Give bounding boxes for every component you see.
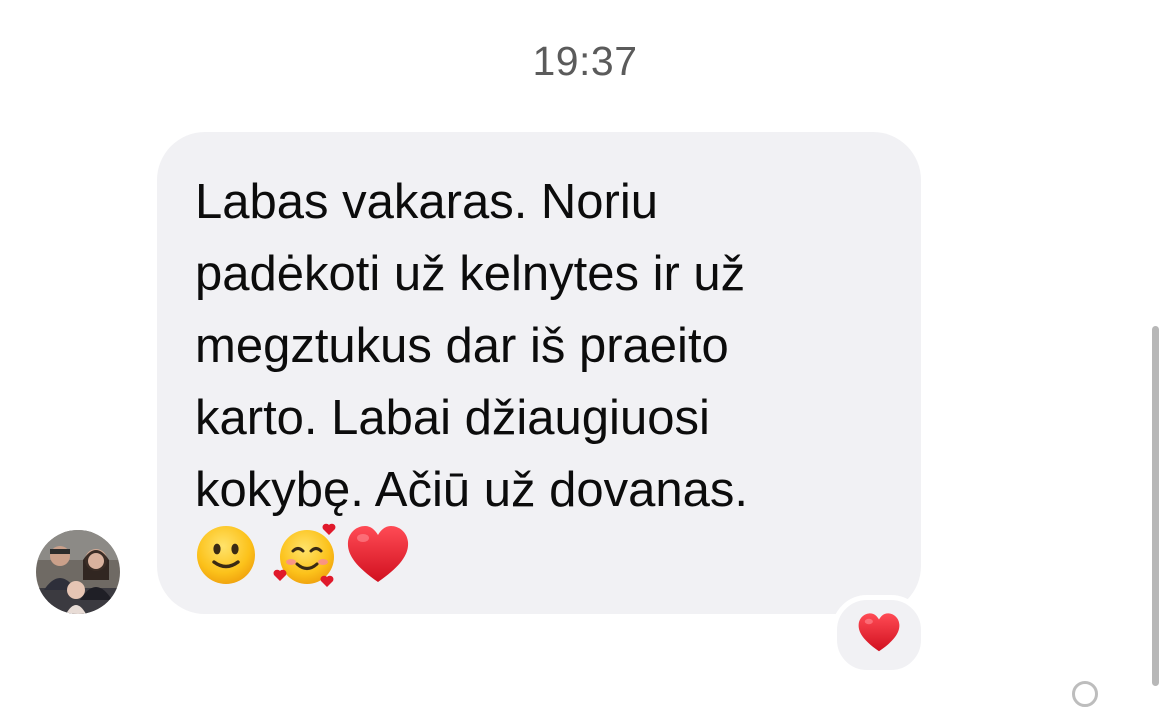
message-text-line: karto. Labai džiaugiuosi [195,391,710,445]
heart-reaction[interactable] [832,595,926,675]
red-heart-icon [856,612,902,659]
smiling-face-with-hearts-icon [273,521,341,589]
message-emoji-row [195,522,411,588]
message-text-line: padėkoti už kelnytes ir už [195,247,746,301]
sender-avatar[interactable] [36,530,120,614]
message-text-line: kokybę. Ačiū už dovanas. [195,463,748,517]
read-receipt-icon [1072,681,1098,707]
message-text-line: megztukus dar iš praeito [195,319,729,373]
message-text-line: Labas vakaras. Noriu [195,175,659,229]
slightly-smiling-face-icon [195,524,257,586]
message-timestamp: 19:37 [532,38,638,84]
red-heart-icon [345,524,411,586]
scrollbar[interactable] [1152,326,1159,686]
incoming-message-bubble[interactable]: Labas vakaras. Noriu padėkoti už kelnyte… [157,132,921,614]
